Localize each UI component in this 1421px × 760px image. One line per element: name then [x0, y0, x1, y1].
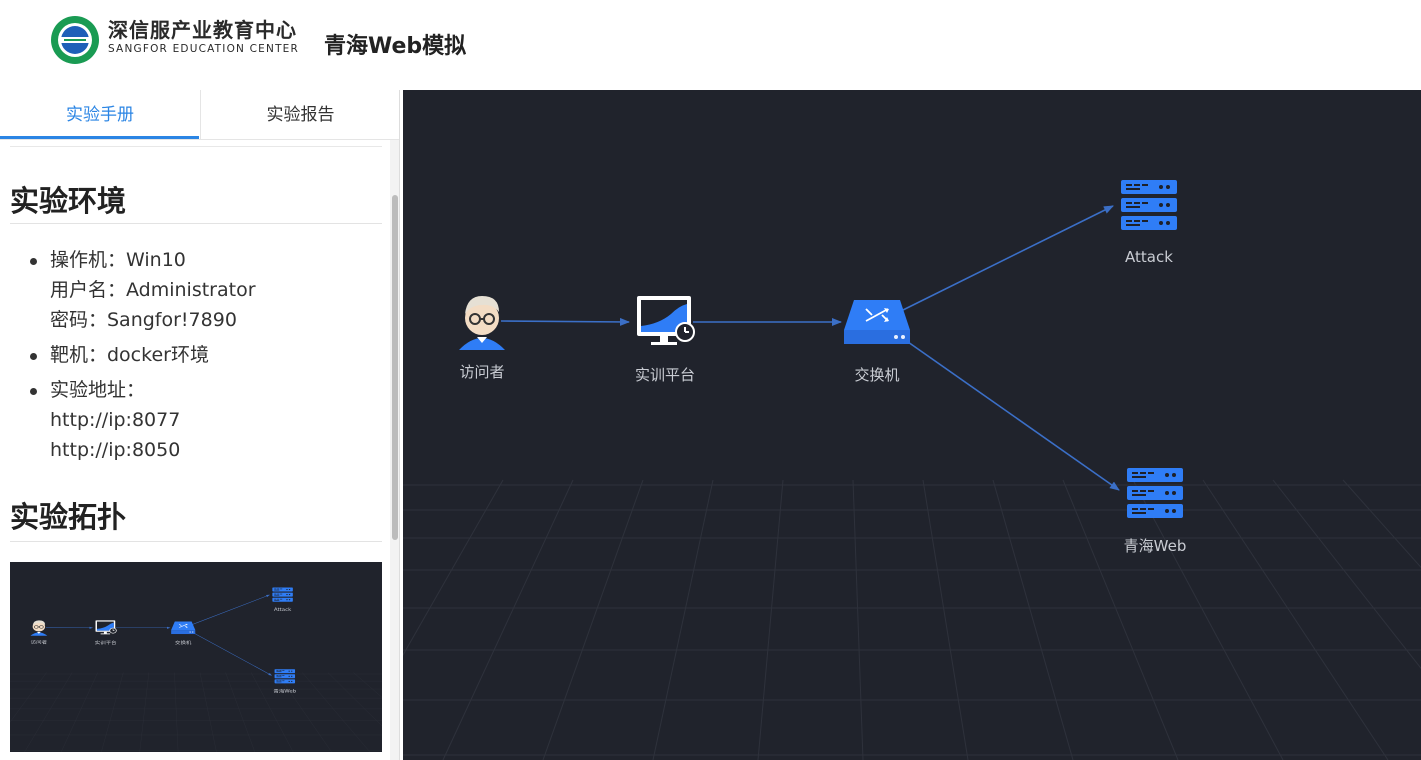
- brand: 深信服产业教育中心 SANGFOR EDUCATION CENTER: [108, 18, 299, 56]
- list-item-line: 实验地址：: [50, 379, 146, 401]
- active-tab-indicator: [0, 136, 199, 139]
- section-heading-environment: 实验环境: [10, 184, 127, 218]
- environment-list: 操作机：Win10 用户名：Administrator 密码：Sangfor!7…: [30, 245, 256, 470]
- list-item-line: 靶机：docker环境: [50, 344, 209, 366]
- divider: [10, 541, 382, 542]
- tab-bar: 实验手册 实验报告: [0, 90, 399, 140]
- tab-lab-report[interactable]: 实验报告: [200, 90, 399, 140]
- topology-canvas[interactable]: 访问者 实训平台 交换机 Attack 青海Web: [403, 90, 1421, 760]
- list-item: 实验地址： http://ip:8077 http://ip:8050: [30, 375, 256, 465]
- scrollbar-thumb[interactable]: [392, 195, 398, 540]
- brand-name-cn: 深信服产业教育中心: [108, 18, 297, 42]
- topology-thumbnail[interactable]: [10, 562, 382, 752]
- app-header: 深信服产业教育中心 SANGFOR EDUCATION CENTER 青海Web…: [0, 0, 1421, 90]
- list-item-line: http://ip:8077: [50, 409, 181, 431]
- list-item-line: 操作机：Win10: [50, 249, 186, 271]
- bullet-icon: [30, 258, 37, 265]
- section-heading-topology: 实验拓扑: [10, 500, 127, 534]
- manual-panel: 实验手册 实验报告 实验环境 操作机：Win10 用户名：Administrat…: [0, 90, 400, 760]
- list-item: 靶机：docker环境: [30, 340, 256, 370]
- page-title: 青海Web模拟: [324, 34, 467, 59]
- tab-lab-manual[interactable]: 实验手册: [0, 90, 200, 140]
- list-item-line: 密码：Sangfor!7890: [50, 309, 237, 331]
- brand-name-en: SANGFOR EDUCATION CENTER: [108, 43, 300, 55]
- list-item: 操作机：Win10 用户名：Administrator 密码：Sangfor!7…: [30, 245, 256, 335]
- bullet-icon: [30, 353, 37, 360]
- list-item-line: 用户名：Administrator: [50, 279, 256, 301]
- bullet-icon: [30, 388, 37, 395]
- sangfor-logo-icon: [51, 16, 99, 64]
- topology-thumbnail-image: [10, 562, 382, 752]
- divider: [10, 146, 382, 147]
- divider: [10, 223, 382, 224]
- list-item-line: http://ip:8050: [50, 439, 181, 461]
- topology-diagram: 访问者 实训平台 交换机 Attack 青海Web: [403, 90, 1421, 760]
